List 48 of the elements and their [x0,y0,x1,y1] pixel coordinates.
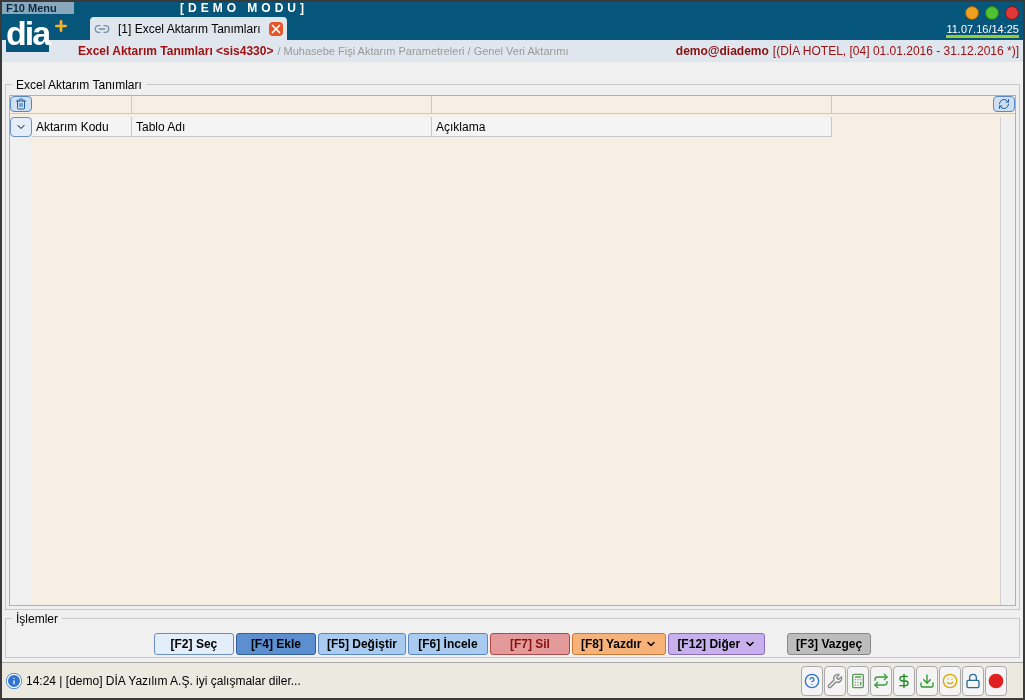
calculator-icon [850,672,866,689]
action-button[interactable]: [F5] Değiştir [317,633,406,655]
column-menu-button[interactable] [10,117,32,137]
window-control-button[interactable] [965,6,979,20]
action-button[interactable]: [F7] Sil [489,633,570,655]
mode-label: [DEMO MODU] [180,2,309,15]
delete-button[interactable] [10,96,32,112]
plus-icon[interactable] [53,18,70,34]
download-icon [919,672,935,689]
action-button[interactable]: [F3] Vazgeç [787,633,872,655]
info-icon [6,672,22,689]
exit-button[interactable] [985,665,1007,696]
help-button[interactable] [801,665,823,696]
company-period: [(DİA HOTEL, [04] 01.01.2016 - 31.12.2016 *)] [772,43,1019,60]
action-button[interactable]: [F6] İncele [407,633,488,655]
tab-label: [1] Excel Aktarım Tanımları [118,20,261,38]
document-tab[interactable]: [1] Excel Aktarım Tanımları [90,17,287,40]
calculator-button[interactable] [847,665,869,696]
download-button[interactable] [916,665,938,696]
smiley-icon [942,672,958,689]
dollar-button[interactable] [893,665,915,696]
close-icon[interactable] [268,21,283,36]
dot-icon [988,672,1004,689]
status-message: 14:24 | [demo] DİA Yazılım A.Ş. iyi çalışmalar diler... [26,672,302,690]
action-button[interactable]: [F8] Yazdır [571,633,667,655]
user-login: demo@diademo [675,43,769,60]
refresh-button[interactable] [993,96,1015,112]
action-button[interactable]: [F2] Seç [153,633,234,655]
column-header[interactable]: Aktarım Kodu [32,117,132,137]
lock-icon [965,672,981,689]
column-header[interactable]: Açıklama [432,117,832,137]
panel-title: İşlemler [12,610,62,628]
lock-button[interactable] [962,665,984,696]
refresh-icon [998,98,1010,110]
trash-icon [15,98,27,110]
action-button[interactable]: [F12] Diğer [668,633,766,655]
dollar-icon [896,672,912,689]
help-icon [804,672,820,689]
menu-tab[interactable]: F10 Menu [2,2,74,14]
breadcrumb-current: Excel Aktarım Tanımları <sis4330> [78,43,274,60]
sync-arrows-button[interactable] [870,665,892,696]
wrench-button[interactable] [824,665,846,696]
action-button[interactable]: [F4] Ekle [235,633,316,655]
sync-arrows-icon [873,672,889,689]
column-header[interactable]: Tablo Adı [132,117,432,137]
wrench-icon [827,672,843,689]
window-control-button[interactable] [985,6,999,20]
window-control-button[interactable] [1005,6,1019,20]
